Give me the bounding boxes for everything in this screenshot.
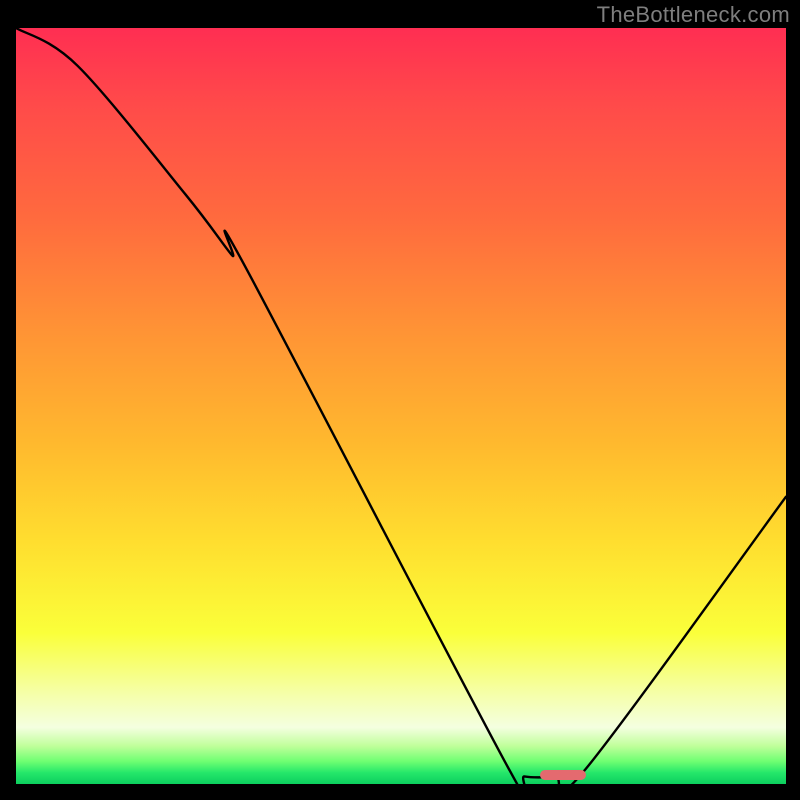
watermark-label: TheBottleneck.com — [597, 2, 790, 28]
curve-layer — [16, 28, 786, 784]
optimal-marker — [540, 770, 586, 781]
plot-area — [16, 28, 786, 784]
chart-frame: TheBottleneck.com — [0, 0, 800, 800]
bottleneck-curve — [16, 28, 786, 784]
